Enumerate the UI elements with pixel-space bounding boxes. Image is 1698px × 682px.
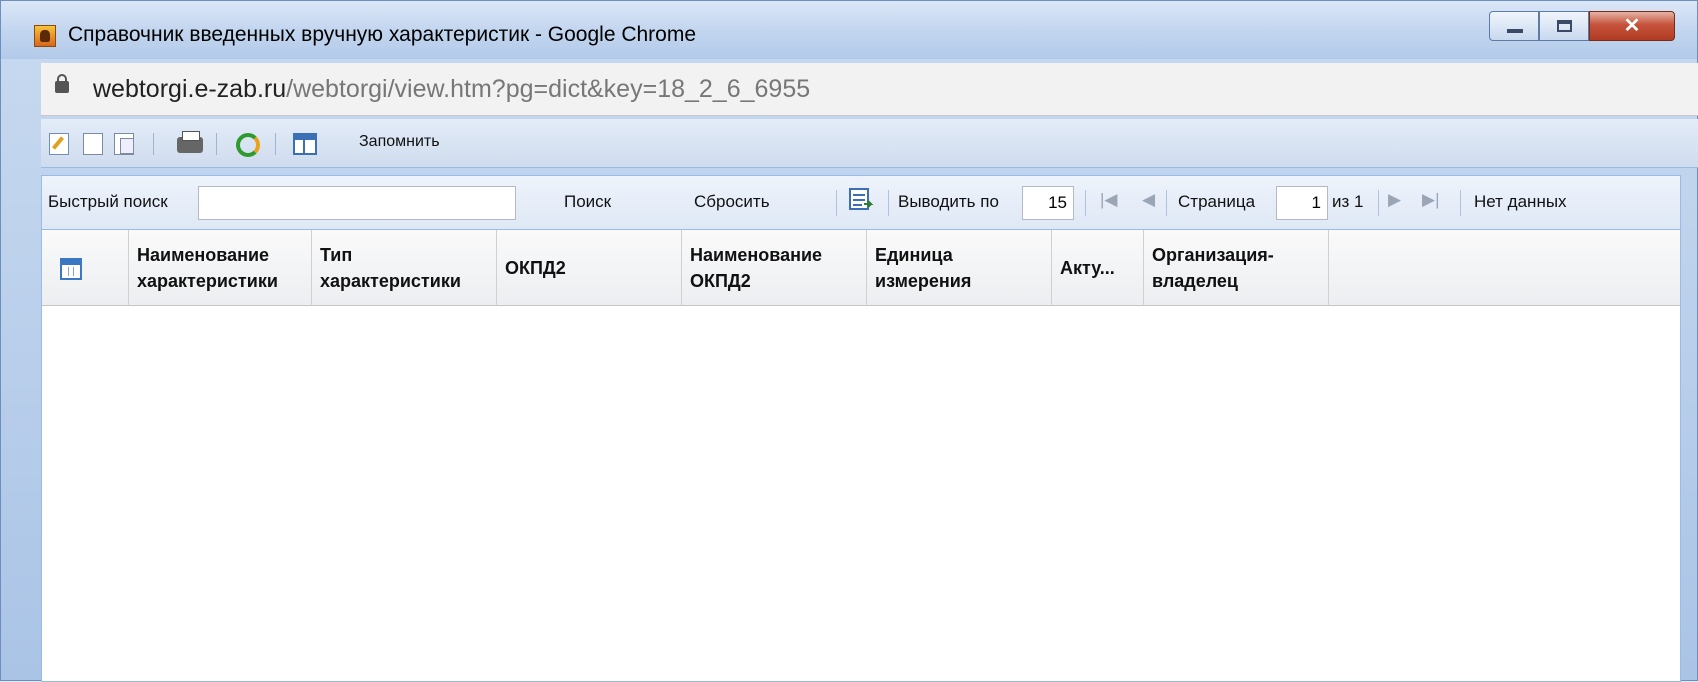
page-size-input[interactable] <box>1022 186 1074 220</box>
minimize-icon <box>1507 29 1523 33</box>
previous-page-icon[interactable]: ◀ <box>1142 190 1155 210</box>
copy-icon[interactable] <box>114 133 134 155</box>
column-header-actual[interactable]: Акту... <box>1052 230 1144 306</box>
searchbar-separator <box>888 190 889 216</box>
page-total: из 1 <box>1332 192 1364 211</box>
column-header-characteristic-type[interactable]: Тип характеристики <box>312 230 497 306</box>
last-page-icon[interactable]: ▶| <box>1422 190 1440 210</box>
searchbar-separator <box>1166 190 1167 216</box>
searchbar-separator <box>1460 190 1461 216</box>
column-header-line: ОКПД2 <box>505 258 566 278</box>
app-emblem-icon <box>34 25 56 47</box>
grid-body[interactable] <box>42 306 1680 681</box>
searchbar-separator <box>1085 190 1086 216</box>
new-document-icon[interactable] <box>83 133 103 155</box>
first-page-icon[interactable]: |◀ <box>1100 190 1118 210</box>
column-header-owner-organization[interactable]: Организация- владелец <box>1144 230 1329 306</box>
lock-icon <box>55 74 69 93</box>
quick-search-input[interactable] <box>198 186 516 220</box>
window-controls: ✕ <box>1489 11 1675 41</box>
page-label: Страница <box>1178 192 1256 211</box>
column-header-line: характеристики <box>137 271 278 291</box>
column-header-line: ОКПД2 <box>690 271 751 291</box>
column-header-characteristic-name[interactable]: Наименование характеристики <box>129 230 312 306</box>
edit-icon[interactable] <box>49 133 69 155</box>
close-icon: ✕ <box>1623 15 1641 37</box>
minimize-button[interactable] <box>1489 11 1539 41</box>
searchbar-separator <box>836 190 837 216</box>
maximize-button[interactable] <box>1539 11 1589 41</box>
column-chooser-cell[interactable] <box>42 230 129 306</box>
column-header-line: владелец <box>1152 271 1238 291</box>
searchbar-separator <box>1378 190 1379 216</box>
column-settings-icon[interactable] <box>848 186 874 214</box>
toolbar: Запомнить <box>41 119 1698 168</box>
search-button[interactable]: Поиск <box>564 192 611 212</box>
toolbar-separator <box>153 133 154 155</box>
column-header-line: Тип <box>320 245 353 265</box>
browser-window: Справочник введенных вручную характерист… <box>0 0 1698 682</box>
print-icon[interactable] <box>177 131 203 153</box>
column-header-line: Единица <box>875 245 953 265</box>
column-header-okpd2-name[interactable]: Наименование ОКПД2 <box>682 230 867 306</box>
column-header-line: Наименование <box>137 245 270 265</box>
column-header-unit[interactable]: Единица измерения <box>867 230 1052 306</box>
toolbar-separator <box>275 133 276 155</box>
page-number-input[interactable] <box>1276 186 1328 220</box>
url-host: webtorgi.e-zab.ru <box>93 75 287 103</box>
close-button[interactable]: ✕ <box>1589 11 1675 41</box>
reset-button[interactable]: Сбросить <box>694 192 770 212</box>
address-bar[interactable]: webtorgi.e-zab.ru/webtorgi/view.htm?pg=d… <box>41 63 1698 116</box>
search-bar: Быстрый поиск Поиск Сбросить Выводить по… <box>42 176 1680 230</box>
toolbar-separator <box>216 133 217 155</box>
no-data-status: Нет данных <box>1474 192 1567 211</box>
column-header-line: Наименование <box>690 245 823 265</box>
columns-icon[interactable] <box>293 133 317 155</box>
maximize-icon <box>1557 20 1572 32</box>
grid-icon <box>60 258 82 280</box>
next-page-icon[interactable]: ▶ <box>1388 190 1401 210</box>
title-bar[interactable]: Справочник введенных вручную характерист… <box>1 1 1697 59</box>
url-text[interactable]: webtorgi.e-zab.ru/webtorgi/view.htm?pg=d… <box>93 75 810 104</box>
refresh-icon[interactable] <box>236 133 260 157</box>
page-size-label: Выводить по <box>898 192 999 211</box>
dictionary-panel: Быстрый поиск Поиск Сбросить Выводить по… <box>41 175 1681 682</box>
column-header-line: Организация- <box>1152 245 1274 265</box>
column-header-line: характеристики <box>320 271 461 291</box>
grid-header: Наименование характеристики Тип характер… <box>42 230 1680 306</box>
url-path: /webtorgi/view.htm?pg=dict&key=18_2_6_69… <box>286 75 811 103</box>
quick-search-label: Быстрый поиск <box>48 192 168 211</box>
column-header-line: Акту... <box>1060 258 1115 278</box>
column-header-line: измерения <box>875 271 972 291</box>
remember-button[interactable]: Запомнить <box>359 133 440 151</box>
window-title: Справочник введенных вручную характерист… <box>68 23 697 46</box>
column-header-okpd2[interactable]: ОКПД2 <box>497 230 682 306</box>
